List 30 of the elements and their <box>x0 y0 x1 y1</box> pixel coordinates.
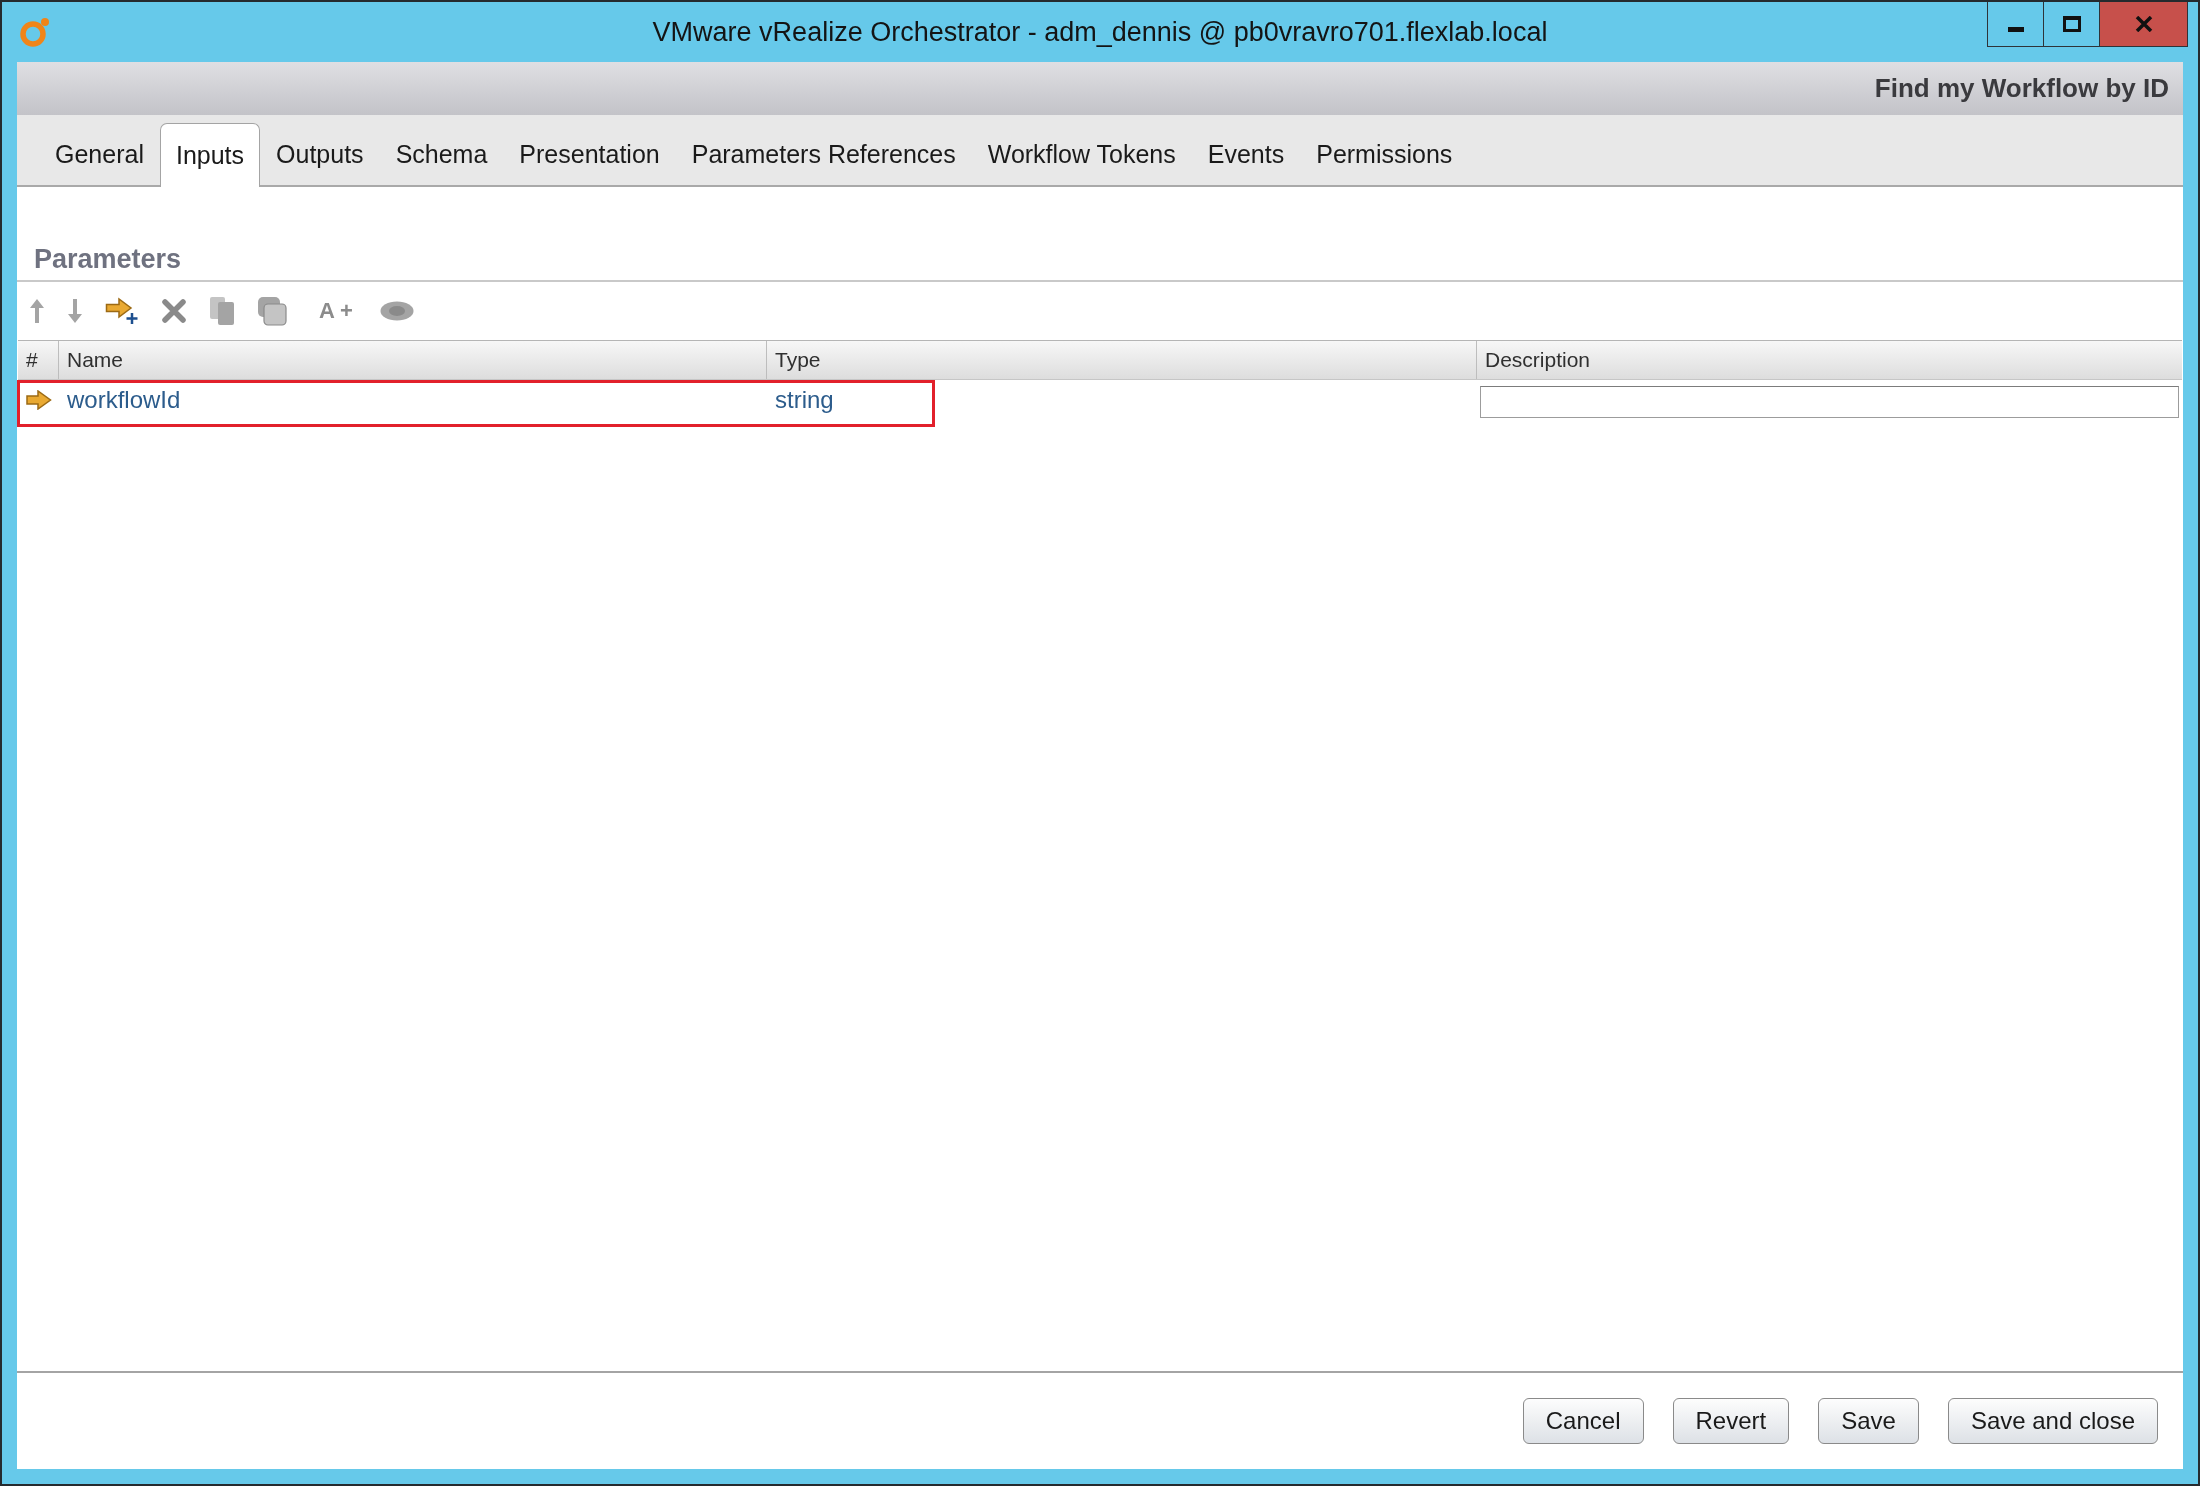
tab[interactable]: Permissions <box>1300 123 1469 185</box>
cancel-button[interactable]: Cancel <box>1522 1398 1644 1444</box>
tab[interactable]: Events <box>1191 123 1301 185</box>
ring-logo-icon <box>20 17 50 47</box>
close-icon <box>2134 16 2153 32</box>
column-header: # <box>18 341 59 379</box>
section-title: Parameters <box>34 243 182 275</box>
save-button[interactable]: Save <box>1818 1398 1919 1444</box>
tab[interactable]: Schema <box>379 123 504 185</box>
close-button[interactable] <box>2100 2 2187 46</box>
table-cell-text: string <box>774 385 835 415</box>
tab[interactable]: Outputs <box>260 123 380 185</box>
description-field[interactable] <box>1480 386 2179 418</box>
minimize-icon <box>2007 26 2024 32</box>
tab[interactable]: Parameters References <box>675 123 972 185</box>
tab[interactable]: Presentation <box>503 123 676 185</box>
revert-button[interactable]: Revert <box>1672 1398 1790 1444</box>
tab[interactable]: Inputs <box>159 123 261 187</box>
column-header: Type <box>767 341 1477 379</box>
arrow-plus-icon[interactable] <box>105 297 139 325</box>
arrow-right-icon <box>25 390 52 410</box>
column-header: Description <box>1484 347 1592 373</box>
table-cell-text: workflowId <box>66 385 182 415</box>
workflow-title: Find my Workflow by ID <box>1874 73 2169 104</box>
tab[interactable]: General <box>39 123 160 185</box>
column-header: Name <box>59 341 767 379</box>
save-and-close-button[interactable]: Save and close <box>1947 1398 2158 1444</box>
window-title: VMware vRealize Orchestrator - adm_dennis @ pb0vravro701.flexlab.local <box>652 16 1548 48</box>
tab[interactable]: Workflow Tokens <box>971 123 1192 185</box>
maximize-icon <box>2062 16 2081 32</box>
